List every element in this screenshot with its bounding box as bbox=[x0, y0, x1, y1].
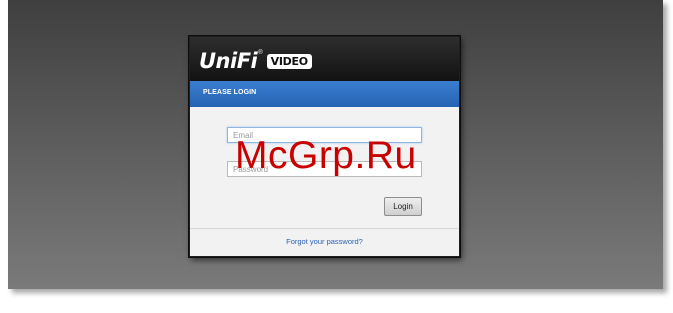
login-title: PLEASE LOGIN bbox=[203, 89, 257, 96]
app-background: UniFi ® VIDEO PLEASE LOGIN Login Forgot … bbox=[8, 0, 663, 289]
password-field[interactable] bbox=[227, 161, 422, 177]
dialog-header: UniFi ® VIDEO bbox=[190, 37, 459, 81]
logo-brand-text: UniFi bbox=[199, 49, 258, 73]
login-title-bar: PLEASE LOGIN bbox=[190, 81, 459, 107]
login-button[interactable]: Login bbox=[384, 197, 422, 216]
footer-divider bbox=[190, 228, 459, 229]
logo-product-badge: VIDEO bbox=[266, 53, 312, 69]
login-dialog: UniFi ® VIDEO PLEASE LOGIN Login Forgot … bbox=[189, 36, 460, 257]
forgot-password-link[interactable]: Forgot your password? bbox=[190, 237, 459, 246]
registered-mark: ® bbox=[258, 50, 263, 56]
unifi-video-logo: UniFi ® VIDEO bbox=[199, 47, 312, 75]
email-field[interactable] bbox=[227, 127, 422, 143]
